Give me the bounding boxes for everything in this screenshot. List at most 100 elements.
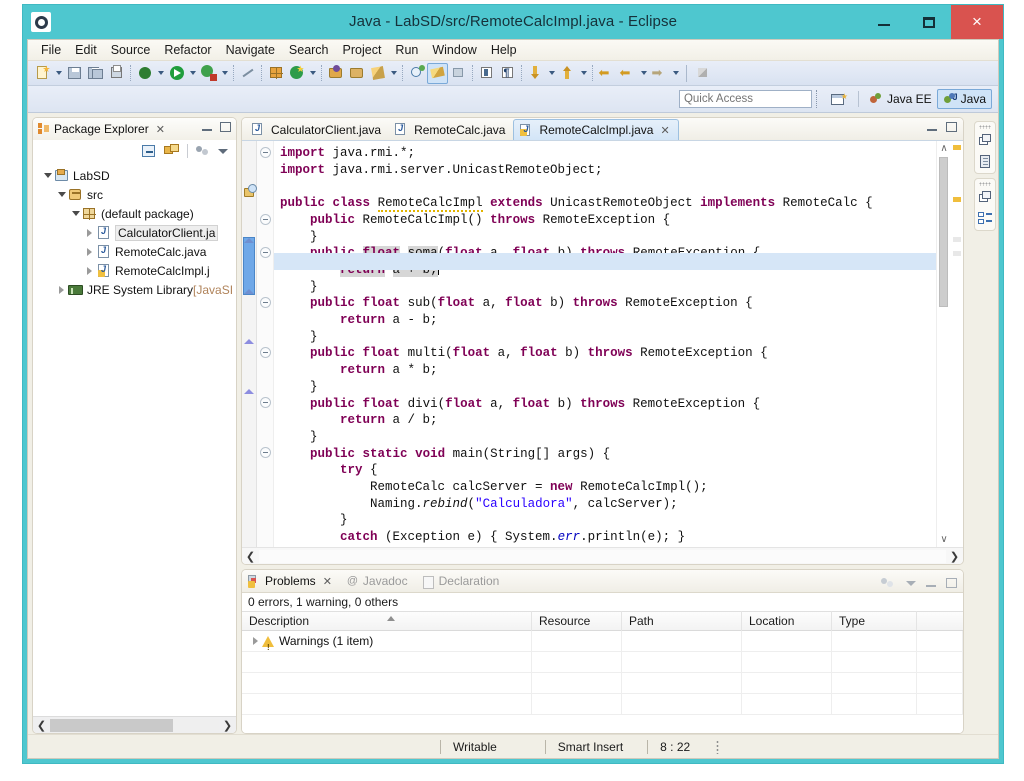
warning-marker[interactable] xyxy=(953,197,961,202)
twisty-icon[interactable] xyxy=(83,266,96,275)
editor-folding-ruler[interactable] xyxy=(257,141,274,547)
restore-stack-icon[interactable] xyxy=(978,191,993,206)
link-with-editor-icon[interactable] xyxy=(164,143,180,159)
restore-stack-icon[interactable] xyxy=(978,134,993,149)
next-edit-button[interactable]: ➡ xyxy=(649,63,670,84)
save-button[interactable] xyxy=(64,63,85,84)
menu-navigate[interactable]: Navigate xyxy=(219,42,282,58)
quick-fix-button[interactable] xyxy=(367,63,388,84)
fold-collapse-icon[interactable] xyxy=(260,147,271,158)
menu-file[interactable]: File xyxy=(34,42,68,58)
focus-active-task-icon[interactable] xyxy=(195,143,211,159)
outline-icon[interactable] xyxy=(977,211,993,226)
change-marker[interactable] xyxy=(953,251,961,256)
drag-handle[interactable] xyxy=(979,182,991,186)
tree-item-src[interactable]: src xyxy=(33,185,236,204)
minimize-icon[interactable] xyxy=(202,128,212,131)
column-header-resource[interactable]: Resource xyxy=(532,611,622,631)
maximize-button[interactable] xyxy=(906,5,951,39)
tree-item-remotecalcimpl[interactable]: RemoteCalcImpl.j xyxy=(33,261,236,280)
new-java-project-button[interactable] xyxy=(265,63,286,84)
show-whitespace-button[interactable]: ¶ xyxy=(497,63,518,84)
column-header-description[interactable]: Description xyxy=(242,611,532,631)
twisty-icon[interactable] xyxy=(83,228,96,237)
view-menu-chevron-icon[interactable] xyxy=(906,580,916,586)
tab-remotecalcimpl-java[interactable]: RemoteCalcImpl.java ✕ xyxy=(513,119,679,140)
previous-annotation-dropdown-icon[interactable] xyxy=(578,63,589,84)
fold-collapse-icon[interactable] xyxy=(260,214,271,225)
tab-problems[interactable]: Problems ✕ xyxy=(248,574,332,588)
menu-search[interactable]: Search xyxy=(282,42,336,58)
view-menu-chevron-icon[interactable] xyxy=(218,148,228,154)
fold-collapse-icon[interactable] xyxy=(260,247,271,258)
scroll-left-icon[interactable]: ❮ xyxy=(242,550,259,563)
debug-button[interactable] xyxy=(134,63,155,84)
search-button[interactable] xyxy=(406,63,427,84)
open-task-button[interactable] xyxy=(346,63,367,84)
editor-annotation-ruler[interactable] xyxy=(242,141,257,547)
scroll-down-icon[interactable]: ∨ xyxy=(939,534,949,545)
table-row[interactable] xyxy=(242,694,963,715)
menu-run[interactable]: Run xyxy=(388,42,425,58)
toggle-mark-occurrences-button[interactable] xyxy=(427,62,448,84)
tree-item-remotecalc[interactable]: RemoteCalc.java xyxy=(33,242,236,261)
vscroll-thumb[interactable] xyxy=(939,157,948,307)
change-marker[interactable] xyxy=(953,237,961,242)
skip-breakpoints-button[interactable] xyxy=(237,63,258,84)
hscroll-thumb[interactable] xyxy=(50,718,174,732)
tree-item-default-package[interactable]: (default package) xyxy=(33,204,236,223)
fold-collapse-icon[interactable] xyxy=(260,297,271,308)
package-explorer-hscrollbar[interactable]: ❮ ❯ xyxy=(33,716,236,733)
tree-item-jre-system-library[interactable]: JRE System Library [JavaSI xyxy=(33,280,236,299)
menu-window[interactable]: Window xyxy=(425,42,483,58)
hscroll-track[interactable] xyxy=(259,549,946,563)
maximize-icon[interactable] xyxy=(946,578,957,588)
twisty-icon[interactable] xyxy=(69,211,82,216)
twisty-icon[interactable] xyxy=(83,247,96,256)
code-editor-pane[interactable]: import java.rmi.*; import java.rmi.serve… xyxy=(274,141,936,547)
close-icon[interactable]: ✕ xyxy=(660,124,669,137)
table-row[interactable] xyxy=(242,673,963,694)
tab-calculatorclient-java[interactable]: CalculatorClient.java xyxy=(246,119,389,140)
tab-remotecalc-java[interactable]: RemoteCalc.java xyxy=(389,119,513,140)
table-row[interactable]: Warnings (1 item) xyxy=(242,631,963,652)
source-code[interactable]: import java.rmi.*; import java.rmi.serve… xyxy=(274,141,936,547)
editor-vscrollbar[interactable]: ∧ ∨ xyxy=(936,141,950,547)
scroll-right-icon[interactable]: ❯ xyxy=(219,719,236,732)
open-type-button[interactable] xyxy=(325,63,346,84)
next-annotation-button[interactable] xyxy=(525,63,546,84)
twisty-icon[interactable] xyxy=(253,637,258,645)
fold-collapse-icon[interactable] xyxy=(260,447,271,458)
tree-item-labsd[interactable]: LabSD xyxy=(33,166,236,185)
column-header-path[interactable]: Path xyxy=(622,611,742,631)
tab-declaration[interactable]: Declaration xyxy=(422,574,499,589)
twisty-icon[interactable] xyxy=(41,173,54,178)
scroll-right-icon[interactable]: ❯ xyxy=(946,550,963,563)
table-row[interactable] xyxy=(242,652,963,673)
print-button[interactable] xyxy=(106,63,127,84)
menu-source[interactable]: Source xyxy=(104,42,158,58)
previous-annotation-button[interactable] xyxy=(557,63,578,84)
twisty-icon[interactable] xyxy=(55,192,68,197)
hscroll-track[interactable] xyxy=(50,718,219,732)
minimize-button[interactable] xyxy=(861,5,906,39)
close-button[interactable]: × xyxy=(951,5,1003,39)
close-icon[interactable]: ✕ xyxy=(156,123,165,136)
column-header-type[interactable]: Type xyxy=(832,611,917,631)
forward-button[interactable]: ⬅ xyxy=(617,63,638,84)
close-icon[interactable]: ✕ xyxy=(323,575,332,588)
status-resize-grip[interactable] xyxy=(716,739,720,754)
new-class-dropdown-icon[interactable] xyxy=(307,63,318,84)
new-class-button[interactable]: ★ xyxy=(286,63,307,84)
next-annotation-dropdown-icon[interactable] xyxy=(546,63,557,84)
scroll-left-icon[interactable]: ❮ xyxy=(33,719,50,732)
editor-hscrollbar[interactable]: ❮ ❯ xyxy=(242,547,963,564)
pin-editor-button[interactable] xyxy=(692,63,713,84)
coverage-button[interactable] xyxy=(198,63,219,84)
tree-item-calculatorclient[interactable]: CalculatorClient.ja xyxy=(33,223,236,242)
filters-icon[interactable] xyxy=(880,575,896,591)
problems-table-body[interactable]: Warnings (1 item) xyxy=(242,631,963,733)
minimize-icon[interactable] xyxy=(926,584,936,587)
menu-project[interactable]: Project xyxy=(336,42,389,58)
minimize-icon[interactable] xyxy=(927,128,937,131)
